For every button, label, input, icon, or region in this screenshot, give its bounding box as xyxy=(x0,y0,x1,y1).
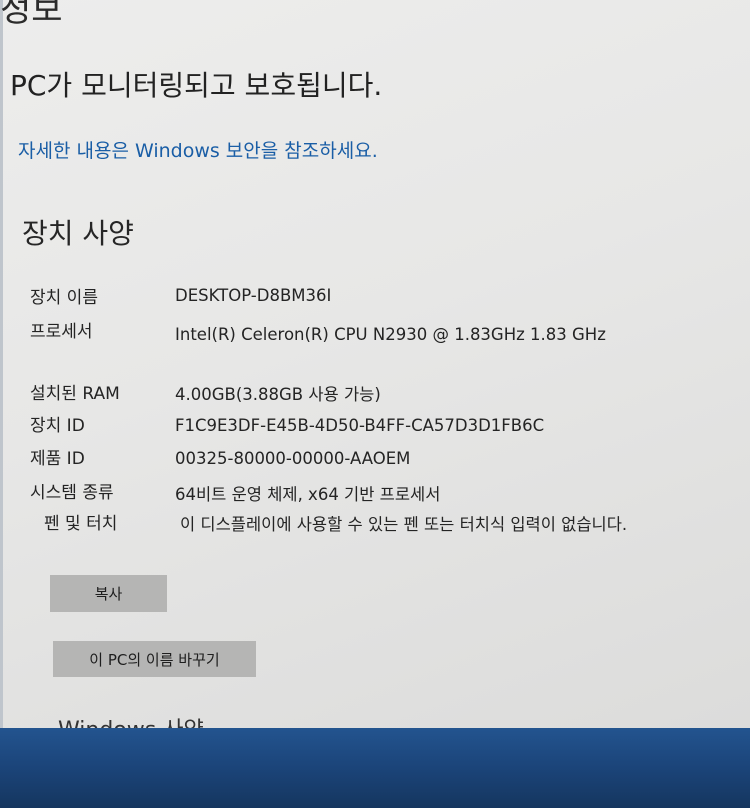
rename-pc-button[interactable]: 이 PC의 이름 바꾸기 xyxy=(53,641,256,677)
spec-value-system-type: 64비트 운영 체제, x64 기반 프로세서 xyxy=(175,485,441,504)
spec-value-product-id: 00325-80000-00000-AAOEM xyxy=(175,449,411,468)
settings-about-page: 정보 PC가 모니터링되고 보호됩니다. 자세한 내용은 Windows 보안을… xyxy=(0,0,750,728)
spec-value-pen-touch: 이 디스플레이에 사용할 수 있는 펜 또는 터치식 입력이 없습니다. xyxy=(180,515,628,534)
spec-label-device-id: 장치 ID xyxy=(30,416,85,436)
spec-label-device-name: 장치 이름 xyxy=(30,288,98,308)
copy-button[interactable]: 복사 xyxy=(50,575,167,612)
section-title: 정보 xyxy=(0,0,63,30)
windows-specs-heading: Windows 사양 xyxy=(58,712,204,728)
windows-security-link[interactable]: 자세한 내용은 Windows 보안을 참조하세요. xyxy=(18,136,378,163)
spec-label-product-id: 제품 ID xyxy=(30,449,85,469)
spec-value-processor: Intel(R) Celeron(R) CPU N2930 @ 1.83GHz … xyxy=(175,325,606,344)
spec-label-processor: 프로세서 xyxy=(30,322,93,342)
spec-label-system-type: 시스템 종류 xyxy=(30,483,114,503)
spec-value-device-id: F1C9E3DF-E45B-4D50-B4FF-CA57D3D1FB6C xyxy=(175,416,545,435)
spec-label-pen-touch: 펜 및 터치 xyxy=(44,514,118,534)
device-specs-heading: 장치 사양 xyxy=(22,217,134,250)
spec-value-ram: 4.00GB(3.88GB 사용 가능) xyxy=(175,385,381,404)
spec-label-ram: 설치된 RAM xyxy=(30,384,120,404)
monitor-bezel xyxy=(0,728,750,808)
protection-status-text: PC가 모니터링되고 보호됩니다. xyxy=(10,69,383,102)
spec-value-device-name: DESKTOP-D8BM36I xyxy=(175,286,332,305)
